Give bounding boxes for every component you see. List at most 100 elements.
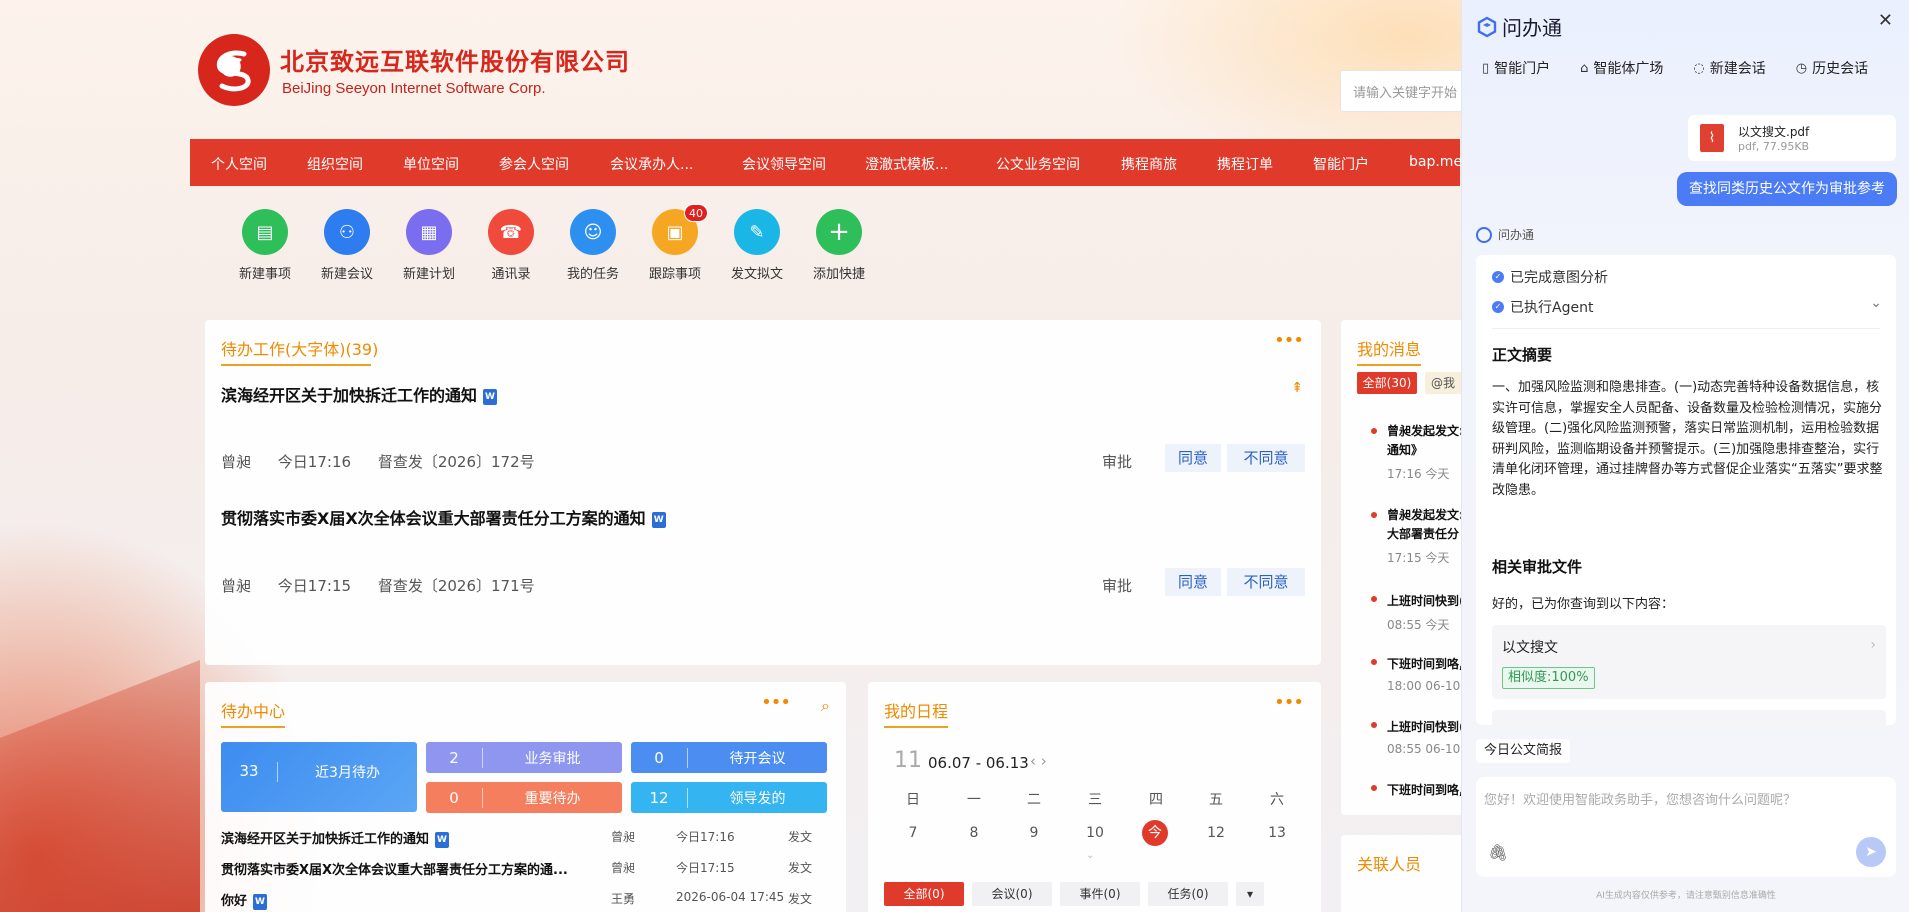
nav-item-meeting-host[interactable]: 会议承办人... [610, 154, 693, 174]
disagree-button[interactable]: 不同意 [1227, 444, 1305, 472]
ai-disclaimer: AI生成内容仅供参考，请注意甄别信息准确性 [1596, 891, 1776, 901]
tile-from-leaders[interactable]: 12 领导发的 [631, 782, 827, 813]
word-doc-icon: W [253, 893, 268, 910]
word-doc-icon: W [483, 388, 498, 405]
todo-action: 审批 [1102, 453, 1133, 471]
card-title: 我的日程 [884, 702, 949, 721]
shortcut-contacts[interactable]: ☎ 通讯录 [476, 209, 546, 282]
calendar-day[interactable]: 10 [1080, 825, 1110, 841]
nav-item-personal-space[interactable]: 个人空间 [211, 154, 267, 174]
portal-search-input[interactable]: 请输入关键字开始 [1340, 70, 1470, 112]
calendar-today[interactable]: 今 [1142, 820, 1168, 846]
tab-agent-plaza[interactable]: ⌂ 智能体广场 [1580, 58, 1663, 78]
message-item[interactable]: 下班时间到咯, 18:00 06-10 [1387, 655, 1464, 693]
portal-header: 北京致远互联软件股份有限公司 BeiJing Seeyon Internet S… [190, 30, 1450, 110]
todo-sender: 曾昶 [221, 453, 252, 471]
calendar-day[interactable]: 8 [959, 825, 989, 841]
shortcut-new-item[interactable]: ▤ 新建事项 [230, 209, 300, 282]
nav-item-ctrip-orders[interactable]: 携程订单 [1217, 154, 1273, 174]
attachment-icon[interactable]: 🖇 [1488, 843, 1508, 862]
filter-event[interactable]: 事件(0) [1060, 882, 1140, 906]
message-item[interactable]: 下班时间到咯, [1387, 781, 1464, 800]
chevron-down-icon[interactable]: ⌄ [1086, 850, 1094, 861]
bot-avatar-icon [1476, 226, 1492, 243]
message-item[interactable]: 上班时间快到(08:55 06-10 [1387, 718, 1465, 756]
pin-top-icon[interactable]: ⇞ [1291, 380, 1303, 396]
agree-button[interactable]: 同意 [1165, 568, 1221, 596]
shortcut-new-plan[interactable]: ▦ 新建计划 [394, 209, 464, 282]
step-agent[interactable]: ✓ 已执行Agent [1492, 297, 1593, 317]
calendar-day[interactable]: 9 [1019, 825, 1049, 841]
nav-item-unit-space[interactable]: 单位空间 [403, 154, 459, 174]
calendar-day[interactable]: 7 [898, 825, 928, 841]
related-people-card: 关联人员 [1341, 835, 1481, 912]
chevron-down-icon[interactable]: ⌄ [1870, 295, 1882, 311]
quick-prompt-chip[interactable]: 今日公文简报 [1476, 739, 1571, 763]
filter-all[interactable]: 全部(0) [884, 882, 964, 906]
nav-item-meeting-leader[interactable]: 会议领导空间 [742, 154, 826, 174]
more-icon[interactable]: ••• [1274, 330, 1304, 351]
tile-business-approval[interactable]: 2 业务审批 [426, 742, 622, 773]
tab-smart-portal[interactable]: ▯ 智能门户 [1482, 58, 1550, 78]
send-button[interactable]: ➤ [1856, 837, 1886, 867]
tab-history[interactable]: ◷ 历史会话 [1796, 58, 1868, 78]
shortcut-tracking[interactable]: ▣ 40 跟踪事项 [640, 204, 710, 282]
pdf-file-icon: ⌇ [1700, 124, 1724, 152]
card-title: 待办中心 [221, 702, 286, 721]
disagree-button[interactable]: 不同意 [1227, 568, 1305, 596]
shortcut-draft-doc[interactable]: ✎ 发文拟文 [722, 209, 792, 282]
search-icon[interactable]: ⌕ [821, 696, 830, 716]
todo-title[interactable]: 贯彻落实市委X届X次全体会议重大部署责任分工方案的通知 [221, 509, 646, 528]
message-item[interactable]: 上班时间快到(08:55 今天 [1387, 592, 1465, 633]
company-name-en: BeiJing Seeyon Internet Software Corp. [282, 80, 546, 97]
filter-dropdown-icon[interactable]: ▾ [1236, 882, 1264, 906]
chat-input[interactable]: 您好！欢迎使用智能政务助手，您想咨询什么问题呢？ [1484, 789, 1796, 808]
todo-time: 今日17:15 [277, 577, 352, 595]
message-item[interactable]: 曾昶发起发文: 大部署责任分 17:15 今天 [1387, 506, 1464, 566]
related-file-item[interactable]: 以文搜文 › 相似度:100% [1492, 625, 1886, 699]
check-icon: ✓ [1492, 271, 1504, 283]
nav-item-template[interactable]: 澄澈式模板... [865, 154, 948, 174]
messages-tab-all[interactable]: 全部(30) [1357, 372, 1417, 394]
nav-item-smart-portal[interactable]: 智能门户 [1313, 154, 1369, 174]
todo-work-card: 待办工作(大字体)(39) ••• ⇞ 滨海经开区关于加快拆迁工作的通知 W 曾昶… [205, 320, 1321, 665]
nav-item-attendee-space[interactable]: 参会人空间 [499, 154, 569, 174]
calendar-day[interactable]: 12 [1201, 825, 1231, 841]
attached-file-card[interactable]: ⌇ 以文搜文.pdf pdf, 77.95KB [1688, 115, 1896, 161]
company-logo-icon [198, 34, 270, 106]
file-meta: pdf, 77.95KB [1738, 140, 1810, 153]
shortcut-my-tasks[interactable]: ☺ 我的任务 [558, 209, 628, 282]
calendar-prev-next-icon[interactable]: ‹ › [1030, 752, 1047, 770]
tile-important-todo[interactable]: 0 重要待办 [426, 782, 622, 813]
todo-sender: 曾昶 [221, 577, 252, 595]
calendar-day[interactable]: 13 [1262, 825, 1292, 841]
message-item[interactable]: 曾昶发起发文: 通知》 17:16 今天 [1387, 422, 1464, 482]
contacts-icon: ☎ [488, 209, 534, 255]
shortcut-new-meeting[interactable]: ⚇ 新建会议 [312, 209, 382, 282]
assistant-title: 问办通 [1476, 12, 1562, 41]
filter-meeting[interactable]: 会议(0) [972, 882, 1052, 906]
close-icon[interactable]: ✕ [1878, 10, 1893, 31]
my-messages-card: 我的消息 全部(30) @我 曾昶发起发文: 通知》 17:16 今天 曾昶发起发文… [1341, 320, 1481, 815]
summary-title: 正文摘要 [1492, 346, 1553, 364]
shortcut-add[interactable]: + 添加快捷 [804, 209, 874, 282]
more-icon[interactable]: ••• [761, 692, 791, 713]
step-intent: ✓ 已完成意图分析 [1492, 267, 1608, 287]
tile-recent-3-months[interactable]: 33 近3月待办 [221, 742, 417, 812]
word-doc-icon: W [651, 511, 666, 528]
todo-doc-no: 督查发〔2026〕172号 [377, 453, 535, 471]
nav-item-org-space[interactable]: 组织空间 [307, 154, 363, 174]
chat-icon: ◌ [1693, 60, 1705, 76]
list-item[interactable] [1492, 710, 1886, 725]
nav-item-ctrip-travel[interactable]: 携程商旅 [1121, 154, 1177, 174]
plan-icon: ▦ [406, 209, 452, 255]
todo-title[interactable]: 滨海经开区关于加快拆迁工作的通知 [221, 386, 477, 405]
draft-icon: ✎ [734, 209, 780, 255]
agree-button[interactable]: 同意 [1165, 444, 1221, 472]
filter-task[interactable]: 任务(0) [1148, 882, 1228, 906]
more-icon[interactable]: ••• [1274, 692, 1304, 713]
related-intro: 好的，已为你查询到以下内容： [1492, 597, 1675, 612]
tab-new-session[interactable]: ◌ 新建会话 [1693, 58, 1765, 78]
tile-pending-meetings[interactable]: 0 待开会议 [631, 742, 827, 773]
nav-item-doc-business[interactable]: 公文业务空间 [996, 154, 1080, 174]
